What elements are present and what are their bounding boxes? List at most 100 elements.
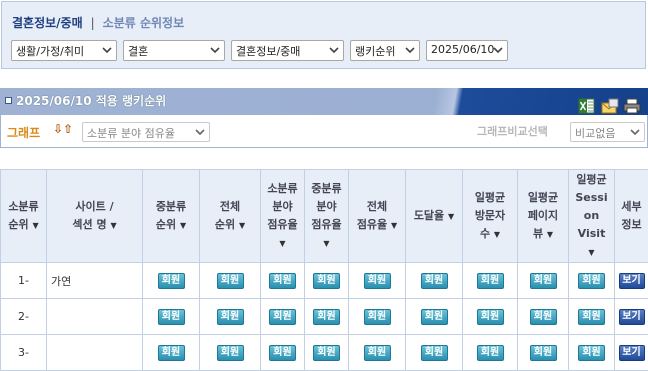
- print-icon[interactable]: [623, 98, 641, 114]
- select-value: 랭키순위: [355, 45, 396, 58]
- chevron-down-icon: [405, 47, 415, 54]
- col-header-medium-share[interactable]: 중분류 분야 점유율 ▼: [304, 169, 349, 263]
- member-only-button[interactable]: 회원: [157, 272, 185, 289]
- col-header-site-name[interactable]: 사이트 / 섹션 명 ▼: [46, 169, 143, 263]
- sort-down-icon: ▼: [110, 220, 117, 230]
- col-header-daily-visitors[interactable]: 일평균 방문자 수 ▼: [462, 169, 518, 263]
- cell-medium-rank: 회원: [142, 334, 200, 371]
- cell-site-name: [46, 334, 143, 371]
- rank-type-select[interactable]: 랭키순위: [350, 40, 420, 61]
- cell-daily-visitors: 회원: [462, 262, 518, 299]
- member-only-button[interactable]: 회원: [476, 272, 504, 289]
- col-header-daily-pageviews[interactable]: 일평균 페이지 뷰 ▼: [517, 169, 569, 263]
- cell-total-share: 회원: [348, 334, 406, 371]
- select-value: 결혼정보/중매: [236, 45, 301, 58]
- select-value: 2025/06/10: [431, 43, 495, 56]
- rank-value: 1-: [18, 274, 29, 287]
- sort-down-icon: ▼: [448, 211, 455, 221]
- member-only-button[interactable]: 회원: [269, 344, 296, 361]
- cell-small-share: 회원: [260, 334, 305, 371]
- sort-arrows-icon[interactable]: ⇩⇧: [53, 122, 73, 136]
- rank-value: 2-: [18, 310, 29, 323]
- member-only-button[interactable]: 회원: [216, 272, 244, 289]
- member-only-button[interactable]: 회원: [578, 344, 605, 361]
- rank-value: 3-: [18, 346, 29, 359]
- category-small-select[interactable]: 결혼정보/중매: [231, 40, 344, 61]
- select-value: 소분류 분야 점유율: [87, 127, 175, 140]
- col-header-medium-rank[interactable]: 중분류 순위 ▼: [142, 169, 200, 263]
- cell-total-rank: 회원: [199, 262, 261, 299]
- ranking-title: 2025/06/10 적용 랭키순위: [16, 94, 167, 108]
- mail-icon[interactable]: [601, 98, 619, 114]
- member-only-button[interactable]: 회원: [313, 308, 340, 325]
- cell-rank: 1-: [0, 262, 47, 299]
- sort-down-icon: ▼: [588, 247, 595, 257]
- col-header-reach[interactable]: 도달율 ▼: [405, 169, 463, 263]
- sort-down-icon: ▼: [279, 238, 286, 248]
- view-detail-button[interactable]: 보기: [618, 308, 645, 325]
- col-header-daily-sessions[interactable]: 일평균 Sessi on Visit ▼: [568, 169, 615, 263]
- chevron-down-icon: [102, 47, 112, 54]
- ranking-table: 소분류 순위 ▼ 사이트 / 섹션 명 ▼ 중분류 순위 ▼ 전체 순위 ▼ 소분류 분야…: [0, 169, 648, 371]
- sort-down-icon: ▼: [546, 229, 554, 239]
- cell-site-name: 가연: [46, 262, 143, 299]
- member-only-button[interactable]: 회원: [313, 272, 340, 289]
- cell-small-share: 회원: [260, 262, 305, 299]
- member-only-button[interactable]: 회원: [269, 272, 296, 289]
- view-detail-button[interactable]: 보기: [618, 344, 645, 361]
- member-only-button[interactable]: 회원: [216, 344, 244, 361]
- cell-daily-pageviews: 회원: [517, 334, 569, 371]
- member-only-button[interactable]: 회원: [420, 272, 448, 289]
- graph-label: 그래프: [7, 126, 41, 140]
- table-header-row: 소분류 순위 ▼ 사이트 / 섹션 명 ▼ 중분류 순위 ▼ 전체 순위 ▼ 소분류 분야…: [0, 169, 648, 263]
- member-only-button[interactable]: 회원: [363, 308, 391, 325]
- date-select[interactable]: 2025/06/10: [426, 40, 508, 61]
- member-only-button[interactable]: 회원: [363, 272, 391, 289]
- member-only-button[interactable]: 회원: [363, 344, 391, 361]
- compare-select[interactable]: 비교없음: [570, 122, 645, 142]
- cell-rank: 2-: [0, 298, 47, 335]
- member-only-button[interactable]: 회원: [476, 308, 504, 325]
- chevron-down-icon: [210, 47, 220, 54]
- col-header-small-rank[interactable]: 소분류 순위 ▼: [0, 169, 47, 263]
- member-only-button[interactable]: 회원: [476, 344, 504, 361]
- member-only-button[interactable]: 회원: [269, 308, 296, 325]
- sort-down-icon: ▼: [493, 229, 501, 239]
- member-only-button[interactable]: 회원: [578, 308, 605, 325]
- graph-metric-select[interactable]: 소분류 분야 점유율: [82, 122, 210, 142]
- member-only-button[interactable]: 회원: [529, 344, 557, 361]
- member-only-button[interactable]: 회원: [157, 308, 185, 325]
- member-only-button[interactable]: 회원: [313, 344, 340, 361]
- cell-daily-sessions: 회원: [568, 262, 615, 299]
- category-medium-select[interactable]: 결혼: [123, 40, 225, 61]
- member-only-button[interactable]: 회원: [216, 308, 244, 325]
- member-only-button[interactable]: 회원: [529, 308, 557, 325]
- col-header-total-rank[interactable]: 전체 순위 ▼: [199, 169, 261, 263]
- cell-daily-sessions: 회원: [568, 298, 615, 335]
- category-large-select[interactable]: 생활/가정/취미: [11, 40, 117, 61]
- member-only-button[interactable]: 회원: [420, 344, 448, 361]
- cell-medium-share: 회원: [304, 298, 349, 335]
- view-detail-button[interactable]: 보기: [618, 272, 645, 289]
- member-only-button[interactable]: 회원: [157, 344, 185, 361]
- ranking-header-bar: 2025/06/10 적용 랭키순위: [0, 88, 648, 115]
- table-row: 2- 회원 회원 회원 회원 회원 회원 회원 회원 회원 보기: [0, 298, 648, 335]
- cell-daily-pageviews: 회원: [517, 298, 569, 335]
- cell-medium-rank: 회원: [142, 262, 200, 299]
- select-value: 결혼: [128, 45, 149, 58]
- col-header-small-share[interactable]: 소분류 분야 점유율 ▼: [260, 169, 305, 263]
- member-only-button[interactable]: 회원: [529, 272, 557, 289]
- chevron-down-icon: [329, 47, 339, 54]
- excel-icon[interactable]: [578, 98, 596, 114]
- breadcrumb: 결혼정보/중매 | 소분류 순위정보: [12, 14, 184, 31]
- bullet-icon: [5, 97, 12, 104]
- site-name[interactable]: 가연: [51, 275, 71, 288]
- cell-reach: 회원: [405, 298, 463, 335]
- page-subtitle[interactable]: 소분류 순위정보: [103, 16, 184, 30]
- col-header-total-share[interactable]: 전체 점유율 ▼: [348, 169, 406, 263]
- col-header-detail: 세부 정보: [614, 169, 648, 263]
- member-only-button[interactable]: 회원: [420, 308, 448, 325]
- member-only-button[interactable]: 회원: [578, 272, 605, 289]
- cell-daily-visitors: 회원: [462, 298, 518, 335]
- cell-reach: 회원: [405, 262, 463, 299]
